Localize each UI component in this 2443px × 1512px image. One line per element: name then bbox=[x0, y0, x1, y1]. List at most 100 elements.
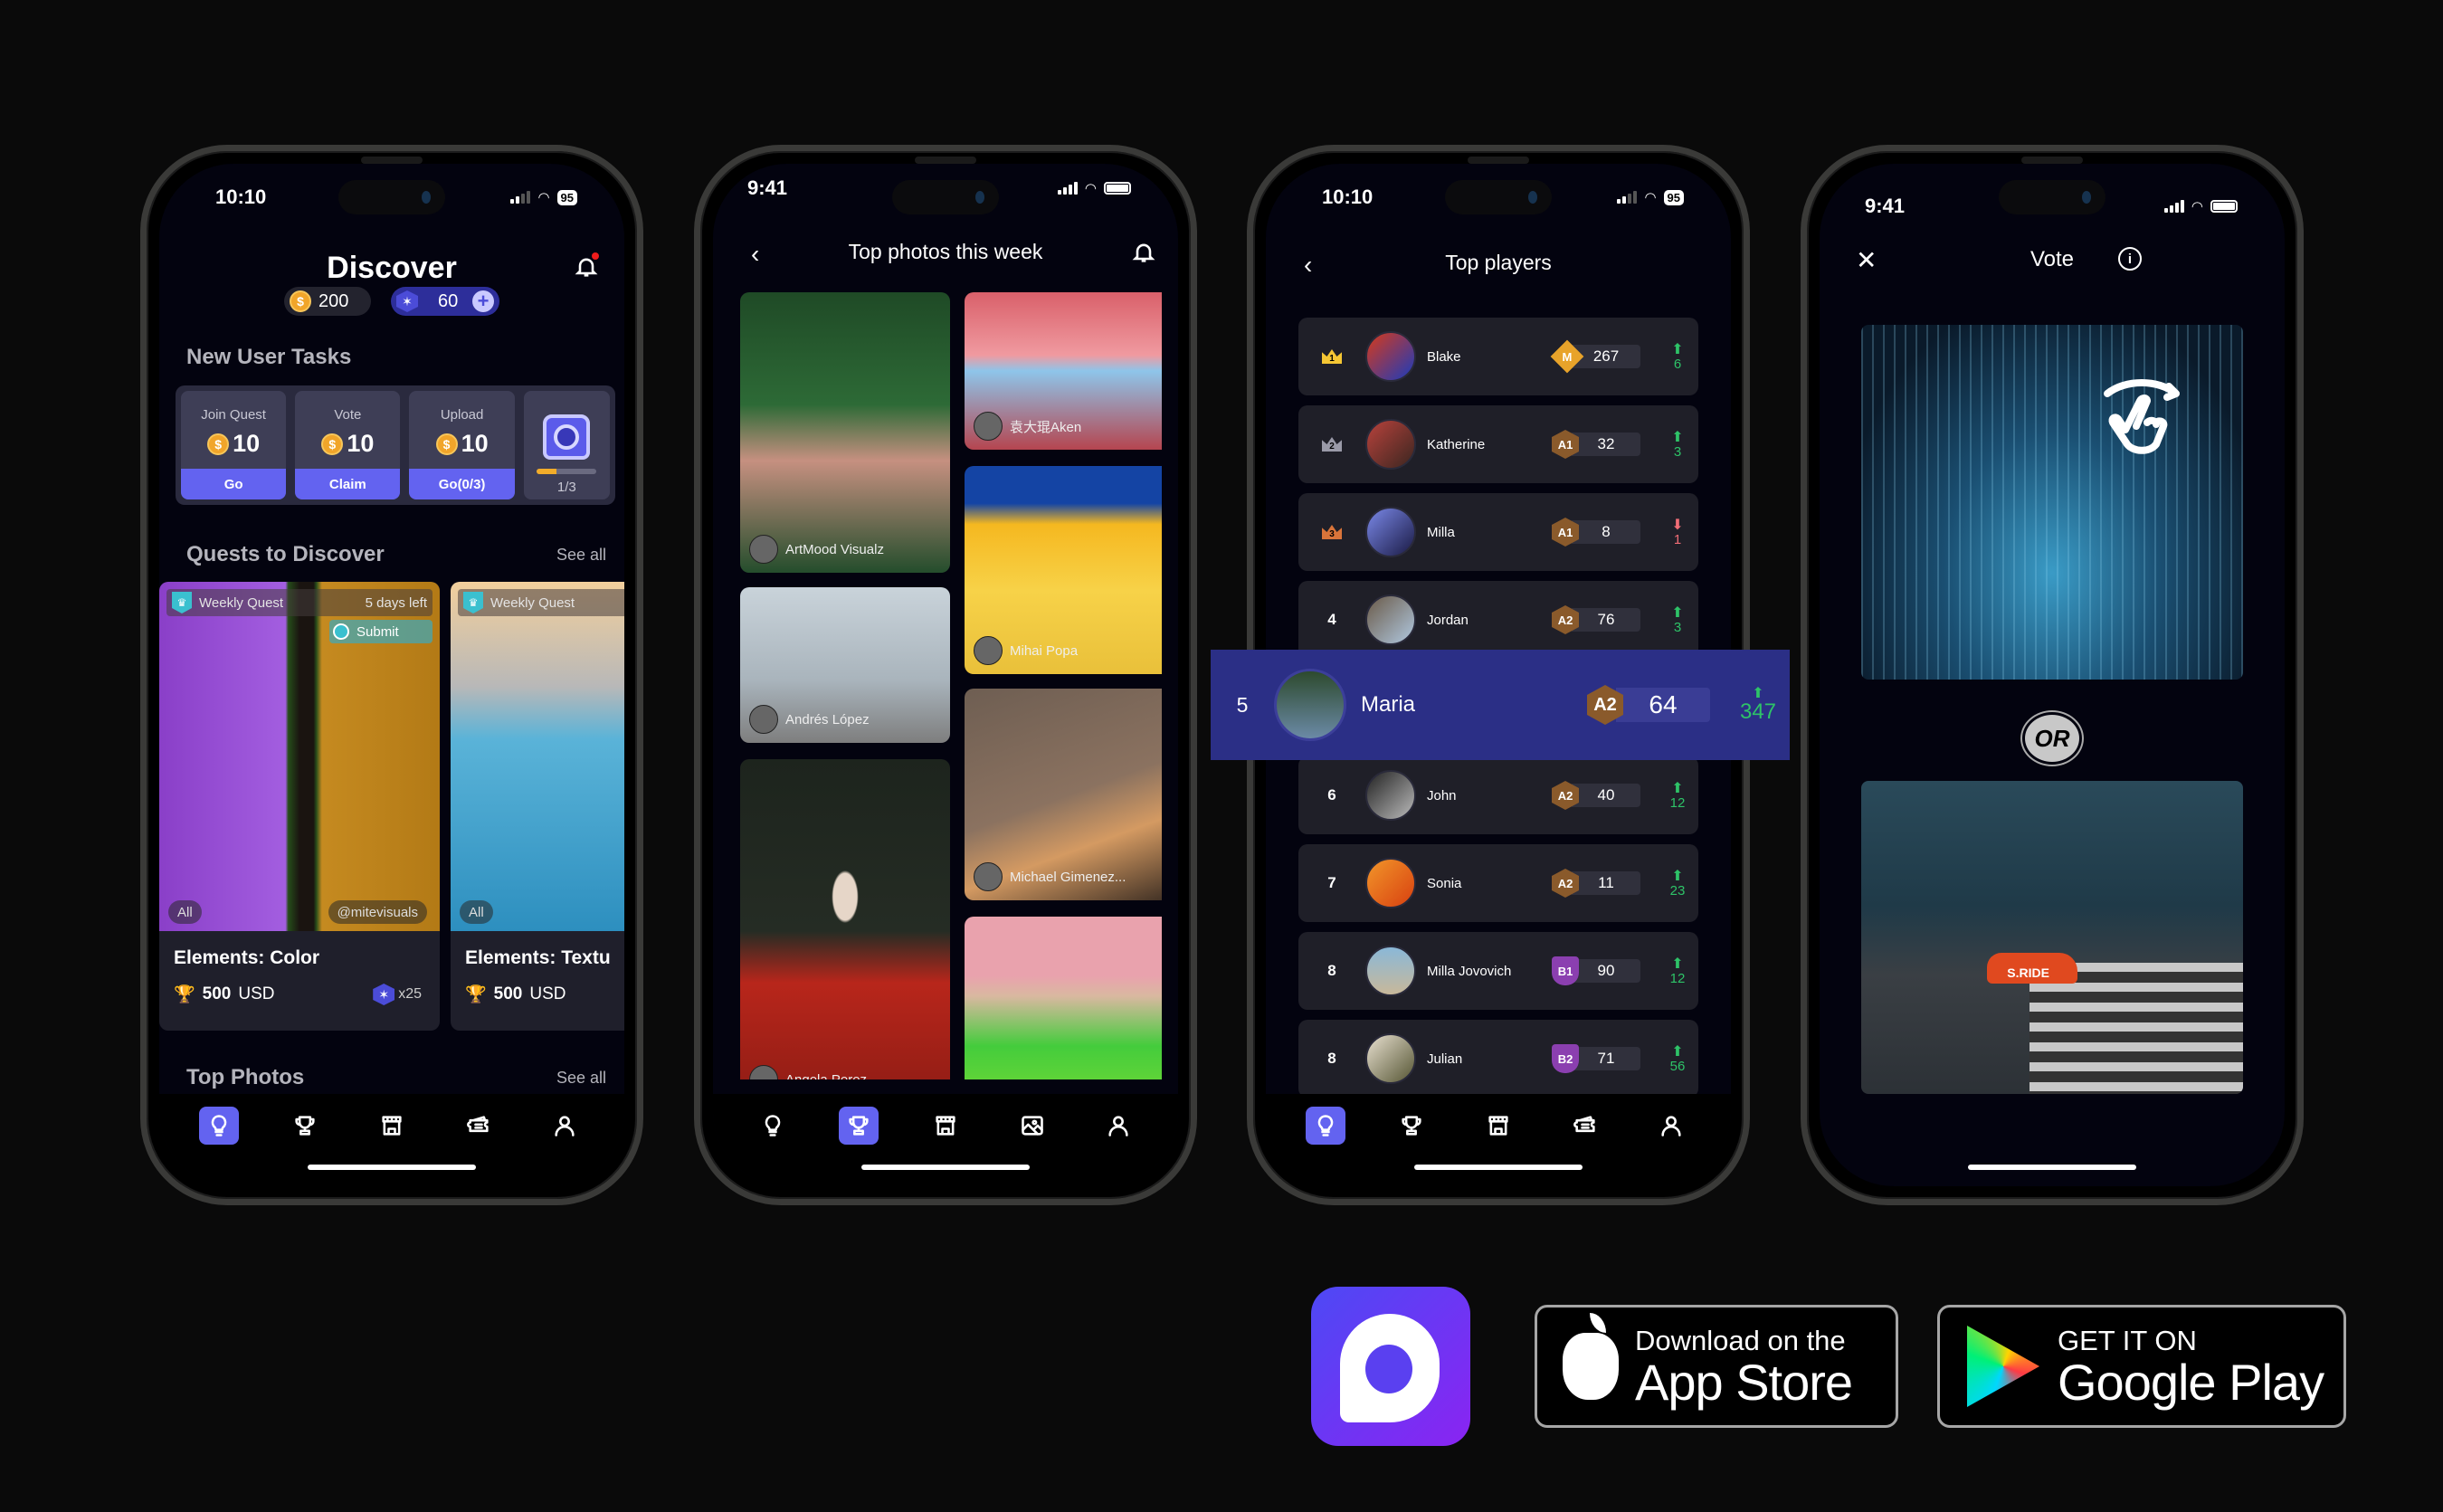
store-icon bbox=[379, 1113, 404, 1138]
player-score: M 267 bbox=[1550, 339, 1640, 374]
crown-icon: ♛ bbox=[463, 592, 483, 613]
author-name: Michael Gimenez... bbox=[1010, 869, 1126, 885]
speaker bbox=[361, 157, 423, 164]
tab-discover[interactable] bbox=[198, 1107, 239, 1145]
coin-balance[interactable]: $ 200 bbox=[284, 287, 371, 316]
leaderboard-row[interactable]: 2 Katherine A1 32 ⬆ 3 bbox=[1298, 405, 1698, 483]
level-badge: B1 bbox=[1552, 956, 1579, 985]
photo-card[interactable]: Mihai Popa bbox=[965, 466, 1162, 674]
gem-amount: 60 bbox=[438, 290, 459, 311]
see-all-photos-link[interactable]: See all bbox=[556, 1069, 606, 1088]
photo-card[interactable]: 袁大琨Aken bbox=[965, 292, 1162, 450]
tab-store[interactable] bbox=[926, 1107, 965, 1145]
leaderboard-row[interactable]: 8 Julian B2 71 ⬆ 56 bbox=[1298, 1020, 1698, 1098]
author-avatar bbox=[749, 1065, 778, 1079]
player-name: John bbox=[1427, 787, 1457, 804]
avatar bbox=[1365, 419, 1416, 470]
google-play-icon bbox=[1967, 1326, 2039, 1407]
tab-profile[interactable] bbox=[1651, 1107, 1691, 1145]
status-bar: 10:10 ◠ 95 bbox=[1266, 185, 1731, 213]
tab-profile[interactable] bbox=[1098, 1107, 1138, 1145]
player-name: Milla Jovovich bbox=[1427, 963, 1512, 979]
tab-contests[interactable] bbox=[839, 1107, 879, 1145]
trophy-icon: 🏆 bbox=[174, 985, 195, 1004]
image-icon bbox=[333, 623, 349, 640]
signal-icon bbox=[1057, 182, 1078, 195]
trophy-icon bbox=[846, 1113, 871, 1138]
photo-card[interactable]: Angela Perez bbox=[740, 759, 950, 1079]
tab-tickets[interactable] bbox=[1565, 1107, 1605, 1145]
photo-card[interactable]: Michael Gimenez... bbox=[965, 689, 1162, 900]
photo-card[interactable]: Andrés López bbox=[740, 587, 950, 743]
tab-contests[interactable] bbox=[1392, 1107, 1431, 1145]
avatar bbox=[1365, 1033, 1416, 1084]
ticket-icon bbox=[466, 1113, 491, 1138]
home-indicator bbox=[308, 1165, 476, 1170]
gem-balance[interactable]: ✶ 60 + bbox=[391, 287, 499, 316]
apple-icon bbox=[1563, 1313, 1619, 1400]
author-chip[interactable]: @mitevisuals bbox=[328, 900, 427, 924]
battery-icon: 95 bbox=[556, 189, 577, 205]
section-title-quests: Quests to Discover bbox=[186, 542, 385, 566]
status-bar: 9:41 ◠ bbox=[713, 176, 1178, 204]
vote-option-a[interactable] bbox=[1861, 325, 2243, 680]
rank-change: ⬆ 12 bbox=[1669, 780, 1686, 811]
tab-contests[interactable] bbox=[285, 1107, 325, 1145]
photo-card[interactable] bbox=[965, 917, 1162, 1079]
tab-store[interactable] bbox=[372, 1107, 412, 1145]
coin-icon: $ bbox=[321, 433, 344, 455]
tab-profile[interactable] bbox=[545, 1107, 585, 1145]
signal-icon bbox=[1617, 191, 1638, 204]
arrow-up-icon: ⬆ bbox=[1671, 868, 1684, 884]
coin-icon: $ bbox=[435, 433, 458, 455]
player-score: A2 11 bbox=[1552, 869, 1640, 898]
tab-discover[interactable] bbox=[753, 1107, 793, 1145]
task-card: Upload $10 Go(0/3) bbox=[409, 391, 515, 499]
reward-chest[interactable]: 1/3 bbox=[523, 391, 611, 499]
tab-gallery[interactable] bbox=[1012, 1107, 1052, 1145]
notification-bell-button[interactable] bbox=[574, 252, 599, 280]
rank-crown-icon: 1 bbox=[1322, 349, 1342, 364]
leaderboard-row[interactable]: 1 Blake M 267 ⬆ 6 bbox=[1298, 318, 1698, 395]
current-user-row[interactable]: 5 Maria A2 64 ⬆ 347 bbox=[1211, 650, 1790, 760]
bell-icon bbox=[1131, 240, 1156, 265]
see-all-quests-link[interactable]: See all bbox=[556, 546, 606, 565]
task-card: Vote $10 Claim bbox=[295, 391, 401, 499]
task-go-button[interactable]: Go bbox=[181, 469, 287, 499]
task-claim-button[interactable]: Claim bbox=[295, 469, 401, 499]
leaderboard-row[interactable]: 8 Milla Jovovich B1 90 ⬆ 12 bbox=[1298, 932, 1698, 1010]
tab-discover[interactable] bbox=[1305, 1107, 1345, 1145]
photo-card[interactable]: ArtMood Visualz bbox=[740, 292, 950, 573]
google-play-badge[interactable]: GET IT ON Google Play bbox=[1937, 1305, 2346, 1428]
rank-change: ⬆ 347 bbox=[1739, 686, 1777, 724]
notification-bell-button[interactable] bbox=[1131, 240, 1156, 265]
lightbulb-icon bbox=[1313, 1113, 1338, 1138]
app-store-badge[interactable]: Download on the App Store bbox=[1535, 1305, 1898, 1428]
tab-tickets[interactable] bbox=[459, 1107, 499, 1145]
info-button[interactable]: i bbox=[2118, 247, 2142, 271]
quest-card[interactable]: ♛ Weekly Quest All Elements: Textu 🏆 500… bbox=[451, 582, 624, 1031]
gem-multiplier: ✶ x25 bbox=[373, 984, 422, 1005]
vote-option-b[interactable]: S.RIDE bbox=[1861, 781, 2243, 1094]
add-gems-button[interactable]: + bbox=[472, 290, 494, 312]
tab-store[interactable] bbox=[1478, 1107, 1518, 1145]
player-name: Katherine bbox=[1427, 436, 1486, 452]
task-upload-button[interactable]: Go(0/3) bbox=[409, 469, 515, 499]
leaderboard-row[interactable]: 6 John A2 40 ⬆ 12 bbox=[1298, 756, 1698, 834]
quest-card[interactable]: ♛ Weekly Quest 5 days left Submit All @m… bbox=[159, 582, 440, 1031]
ticket-icon bbox=[1573, 1113, 1598, 1138]
submit-button[interactable]: Submit bbox=[329, 620, 433, 643]
task-reward: $10 bbox=[321, 430, 374, 458]
score-value: 90 bbox=[1572, 959, 1640, 983]
google-play-small-text: GET IT ON bbox=[2058, 1325, 2197, 1356]
leaderboard-row[interactable]: 7 Sonia A2 11 ⬆ 23 bbox=[1298, 844, 1698, 922]
weekly-quest-badge: ♛ Weekly Quest 5 days left bbox=[166, 589, 433, 616]
quest-name: Elements: Color bbox=[174, 947, 320, 968]
leaderboard-row[interactable]: 4 Jordan A2 76 ⬆ 3 bbox=[1298, 581, 1698, 659]
arrow-up-icon: ⬆ bbox=[1671, 429, 1684, 445]
author-name: Andrés López bbox=[785, 711, 870, 727]
page-title: Top players bbox=[1445, 251, 1552, 274]
leaderboard-row[interactable]: 3 Milla A1 8 ⬇ 1 bbox=[1298, 493, 1698, 571]
speaker bbox=[1468, 157, 1529, 164]
player-name: Blake bbox=[1427, 348, 1461, 365]
